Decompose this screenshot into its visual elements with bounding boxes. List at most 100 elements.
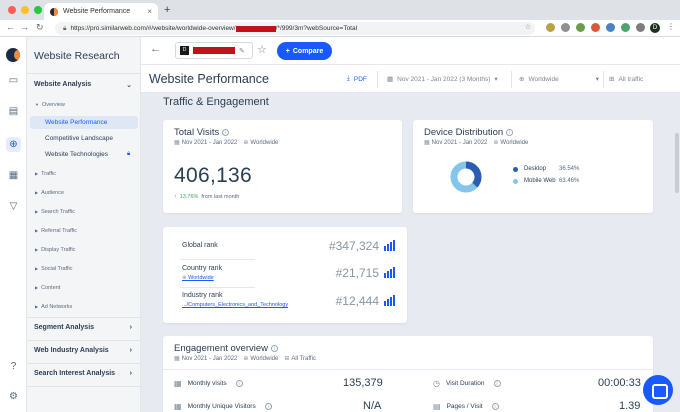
traffic-source-selector[interactable]: ⊞ All traffic [609, 75, 643, 84]
ranks-card: Global rank #347,324 Country rank ⊕ Worl… [163, 227, 407, 323]
region-text: Worldwide [250, 356, 279, 362]
browser-menu-icon[interactable]: ⋮ [667, 22, 675, 31]
sidenav-group-display-traffic[interactable]: ▶ Display Traffic [35, 247, 76, 253]
sidenav-group-referral-traffic[interactable]: ▶ Referral Traffic [35, 228, 77, 234]
extensions-puzzle-icon[interactable] [636, 23, 645, 32]
info-icon[interactable]: i [271, 344, 278, 352]
sidenav-group-audience[interactable]: ▶ Audience [35, 190, 64, 196]
bookmark-star-icon[interactable]: ☆ [525, 23, 531, 31]
tab-close-icon[interactable]: × [147, 7, 152, 16]
info-icon[interactable]: i [222, 128, 230, 136]
back-arrow-icon[interactable]: ← [150, 43, 161, 55]
sidenav-group-social-traffic[interactable]: ▶ Social Traffic [35, 266, 72, 272]
home-icon[interactable]: ▭ [6, 73, 21, 88]
sidenav-section-web-industry-analysis[interactable]: Web Industry Analysis › [34, 347, 136, 354]
sidenav-item-website-performance[interactable]: Website Performance [30, 116, 138, 129]
sidenav-group-overview[interactable]: ▼ Overview [35, 102, 65, 108]
pages-icon: ▤ [433, 402, 441, 411]
chevron-right-icon: › [129, 324, 132, 331]
profile-avatar[interactable]: D [650, 23, 660, 33]
divider [163, 369, 653, 370]
sidenav-group-traffic[interactable]: ▶ Traffic [35, 171, 56, 177]
browser-forward-icon[interactable]: → [20, 22, 29, 32]
address-bar[interactable]: 🔒︎ https://pro.similarweb.com/#/website/… [55, 22, 535, 35]
info-icon[interactable]: i [235, 380, 243, 387]
maximize-window-button[interactable] [34, 6, 42, 14]
sidenav-section-website-analysis[interactable]: Website Analysis ⌄ [34, 81, 136, 89]
divider [27, 386, 141, 387]
lock-icon: 🔒︎ [127, 151, 131, 157]
section-label: Web Industry Analysis [34, 347, 109, 354]
chat-support-button[interactable] [643, 375, 673, 405]
card-meta: ▦ Nov 2021 - Jan 2022 ⊕ Worldwide [174, 139, 278, 146]
help-icon[interactable]: ? [6, 359, 21, 374]
reload-icon[interactable]: ↻ [36, 22, 44, 33]
info-icon[interactable]: i [264, 403, 272, 410]
region-selector[interactable]: ⊕ Worldwide ▾ [519, 75, 599, 84]
card-title: Engagement overview i [174, 343, 278, 354]
card-title: Device Distribution i [424, 127, 514, 138]
sidenav-group-search-traffic[interactable]: ▶ Search Traffic [35, 209, 75, 215]
card-title: Total Visits i [174, 127, 230, 138]
sidenav-item-website-technologies[interactable]: Website Technologies 🔒︎ [30, 148, 138, 161]
divider [603, 71, 604, 88]
global-rank-value: #347,324 [328, 239, 379, 253]
settings-icon[interactable]: ⚙ [6, 389, 21, 404]
item-label: Website Technologies [45, 151, 108, 158]
legend-mobile: Mobile Web 63.46% [513, 178, 579, 184]
edit-pencil-icon[interactable]: ✎ [239, 47, 245, 55]
rank-chart-icon [384, 295, 395, 306]
traffic-meta: ⊞ All Traffic [284, 355, 316, 362]
date-range-selector[interactable]: ▦ Nov 2021 - Jan 2022 (3 Months) ▾ [387, 75, 498, 84]
similarweb-logo-icon[interactable] [6, 48, 20, 62]
browser-tab[interactable]: Website Performance × [44, 3, 158, 20]
sidenav-section-search-interest-analysis[interactable]: Search Interest Analysis › [34, 370, 136, 377]
sidenav-section-segment-analysis[interactable]: Segment Analysis › [34, 324, 136, 331]
sidenav-group-ad-networks[interactable]: ▶ Ad Networks [35, 304, 72, 310]
extension-icon[interactable] [546, 23, 555, 32]
legend-pct: 36.54% [559, 166, 580, 172]
extension-icon[interactable] [591, 23, 600, 32]
sidenav-group-content[interactable]: ▶ Content [35, 285, 60, 291]
favorite-star-icon[interactable]: ☆ [257, 43, 267, 56]
info-icon[interactable]: i [491, 403, 499, 410]
country-link-text: Worldwide [188, 275, 214, 281]
extension-icon[interactable] [606, 23, 615, 32]
scrollbar-thumb[interactable] [675, 133, 679, 193]
caret-right-icon: ▶ [35, 228, 39, 233]
date-range-value: Nov 2021 - Jan 2022 (3 Months) [397, 75, 491, 83]
monthly-visits-value: 135,379 [343, 377, 383, 389]
rank-chart-icon [384, 240, 395, 251]
country-rank-link[interactable]: ⊕ Worldwide [182, 275, 214, 281]
redacted-domain [235, 25, 276, 32]
page-scrollbar[interactable] [674, 93, 680, 412]
legend-dot-desktop [513, 166, 518, 172]
extension-icon[interactable] [576, 23, 585, 32]
pdf-download-button[interactable]: ⤓ PDF [347, 75, 367, 83]
site-header-bar: ← D ✎ ☆ + Compare [141, 37, 680, 65]
industry-rank-link[interactable]: .../Computers_Electronics_and_Technology [182, 302, 288, 308]
section-label: Website Analysis [34, 81, 92, 88]
funnel-icon[interactable]: ▽ [6, 199, 21, 214]
chevron-right-icon: › [129, 370, 132, 377]
calendar-icon: ▦ [174, 379, 182, 388]
sidenav-item-competitive-landscape[interactable]: Competitive Landscape [30, 132, 138, 145]
site-selector[interactable]: D ✎ [175, 42, 253, 59]
pdf-label: PDF [353, 75, 367, 83]
date-text: Nov 2021 - Jan 2022 [181, 356, 238, 362]
browser-back-icon[interactable]: ← [6, 22, 15, 32]
research-icon[interactable]: ▤ [6, 104, 21, 119]
calendar-icon: ▦ [174, 140, 180, 146]
minimize-window-button[interactable] [21, 6, 29, 14]
apps-icon[interactable]: ▦ [6, 168, 21, 183]
group-label: Referral Traffic [41, 228, 78, 234]
card-meta: ▦ Nov 2021 - Jan 2022 ⊕ Worldwide ⊞ All Tra… [174, 355, 316, 362]
new-tab-button[interactable]: + [164, 4, 170, 16]
info-icon[interactable]: i [506, 128, 514, 136]
close-window-button[interactable] [8, 6, 16, 14]
extension-icon[interactable] [561, 23, 570, 32]
compare-button[interactable]: + Compare [277, 42, 332, 60]
globe-icon[interactable]: ⊕ [6, 137, 21, 152]
extension-icon[interactable] [621, 23, 630, 32]
info-icon[interactable]: i [493, 380, 501, 387]
